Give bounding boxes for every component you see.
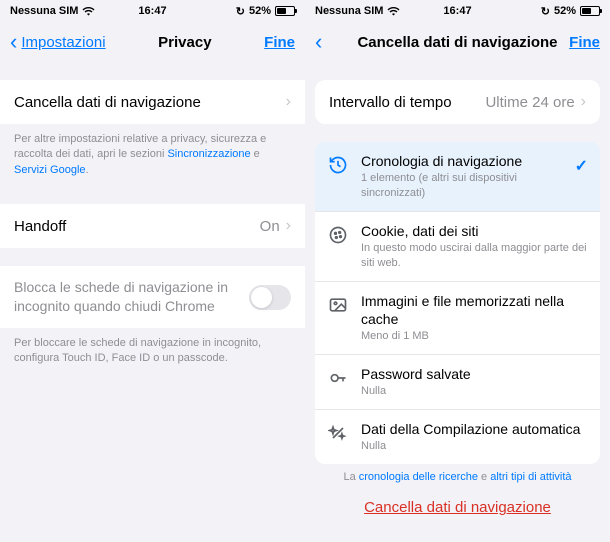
image-icon xyxy=(327,294,349,316)
checkmark-icon: ✓ xyxy=(575,156,588,176)
cookie-icon xyxy=(327,224,349,246)
lock-incognito-label: Blocca le schede di navigazione in incog… xyxy=(14,278,249,316)
page-title: Cancella dati di navigazione xyxy=(305,34,610,51)
time-range-value: Ultime 24 ore xyxy=(485,94,574,111)
navbar: ‹ Impostazioni Privacy Fine xyxy=(0,22,305,62)
search-history-link[interactable]: cronologia delle ricerche xyxy=(359,471,478,483)
done-button[interactable]: Fine xyxy=(569,34,600,51)
bottom-footer: La cronologia delle ricerche e altri tip… xyxy=(305,464,610,485)
status-bar: Nessuna SIM 16:47 ↻ 52% xyxy=(305,0,610,22)
battery-pct: 52% xyxy=(554,5,576,17)
battery-icon xyxy=(275,6,295,16)
wifi-icon xyxy=(387,6,400,16)
done-button[interactable]: Fine xyxy=(264,34,295,51)
list-item-title: Password salvate xyxy=(361,365,588,383)
list-item-sub: Nulla xyxy=(361,439,588,454)
chevron-right-icon: › xyxy=(286,93,291,111)
clear-browsing-data-row[interactable]: Cancella dati di navigazione › xyxy=(0,80,305,124)
cell-label: Intervallo di tempo xyxy=(329,94,452,111)
sync-icon: ↻ xyxy=(541,5,550,18)
privacy-footer-1: Per altre impostazioni relative a privac… xyxy=(0,124,305,186)
lock-incognito-toggle[interactable] xyxy=(249,285,291,310)
handoff-row[interactable]: Handoff On › xyxy=(0,204,305,248)
clear-data-button[interactable]: Cancella dati di navigazione xyxy=(305,485,610,522)
list-item-title: Immagini e file memorizzati nella cache xyxy=(361,292,588,328)
cell-label: Cancella dati di navigazione xyxy=(14,94,201,111)
lock-incognito-row: Blocca le schede di navigazione in incog… xyxy=(0,266,305,328)
navbar: ‹ Cancella dati di navigazione Fine xyxy=(305,22,610,62)
list-item-passwords[interactable]: Password salvate Nulla xyxy=(315,354,600,409)
list-item-cookies[interactable]: Cookie, dati dei siti In questo modo usc… xyxy=(315,211,600,281)
list-item-autofill[interactable]: Dati della Compilazione automatica Nulla xyxy=(315,409,600,464)
chevron-left-icon: ‹ xyxy=(315,29,322,55)
chevron-right-icon: › xyxy=(581,93,586,111)
list-item-title: Cookie, dati dei siti xyxy=(361,222,588,240)
list-item-title: Dati della Compilazione automatica xyxy=(361,420,588,438)
carrier-label: Nessuna SIM xyxy=(315,5,383,17)
other-activity-link[interactable]: altri tipi di attività xyxy=(490,471,571,483)
handoff-value: On xyxy=(260,218,280,235)
clear-data-screen: Nessuna SIM 16:47 ↻ 52% ‹ Cancella dati … xyxy=(305,0,610,542)
key-icon xyxy=(327,367,349,389)
list-item-title: Cronologia di navigazione xyxy=(361,152,563,170)
list-item-sub: 1 elemento (e altri sui dispositivi sinc… xyxy=(361,171,563,201)
list-item-browsing-history[interactable]: Cronologia di navigazione 1 elemento (e … xyxy=(315,142,600,211)
wand-icon xyxy=(327,422,349,444)
time-range-row[interactable]: Intervallo di tempo Ultime 24 ore › xyxy=(315,80,600,124)
carrier-label: Nessuna SIM xyxy=(10,5,78,17)
back-button[interactable]: ‹ xyxy=(315,29,324,55)
wifi-icon xyxy=(82,6,95,16)
data-types-list: Cronologia di navigazione 1 elemento (e … xyxy=(315,142,600,464)
list-item-cache[interactable]: Immagini e file memorizzati nella cache … xyxy=(315,281,600,354)
privacy-footer-2: Per bloccare le schede di navigazione in… xyxy=(0,328,305,375)
list-item-sub: In questo modo uscirai dalla maggior par… xyxy=(361,241,588,271)
battery-pct: 52% xyxy=(249,5,271,17)
google-services-link[interactable]: Servizi Google xyxy=(14,164,86,176)
cell-label: Handoff xyxy=(14,218,66,235)
back-button[interactable]: ‹ Impostazioni xyxy=(10,29,106,55)
list-item-sub: Nulla xyxy=(361,384,588,399)
history-icon xyxy=(327,154,349,176)
sync-icon: ↻ xyxy=(236,5,245,18)
privacy-screen: Nessuna SIM 16:47 ↻ 52% ‹ Impostazioni P… xyxy=(0,0,305,542)
back-label: Impostazioni xyxy=(21,34,105,51)
list-item-sub: Meno di 1 MB xyxy=(361,329,588,344)
page-title: Privacy xyxy=(158,34,211,51)
chevron-right-icon: › xyxy=(286,217,291,235)
status-bar: Nessuna SIM 16:47 ↻ 52% xyxy=(0,0,305,22)
battery-icon xyxy=(580,6,600,16)
chevron-left-icon: ‹ xyxy=(10,29,17,55)
sync-link[interactable]: Sincronizzazione xyxy=(167,148,250,160)
